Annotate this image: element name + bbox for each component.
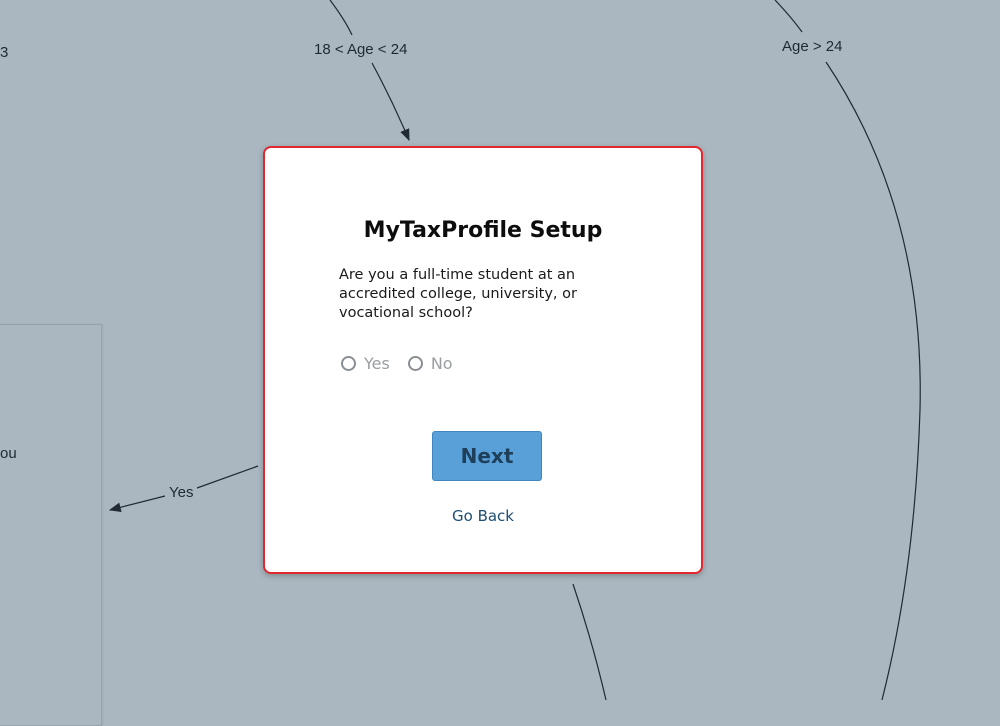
radio-option-yes[interactable]: Yes <box>341 354 390 373</box>
student-radio-group: Yes No <box>341 354 453 373</box>
connector-yes-right <box>196 465 259 489</box>
go-back-link[interactable]: Go Back <box>265 507 701 525</box>
dialog-question: Are you a full-time student at an accred… <box>339 267 577 321</box>
connector-age-over-upper <box>774 0 803 33</box>
connector-age-between-upper <box>329 0 353 36</box>
radio-option-no[interactable]: No <box>407 354 453 373</box>
edge-label-age-over: Age > 24 <box>778 38 847 55</box>
radio-yes-label: Yes <box>364 354 390 373</box>
radio-no-label: No <box>430 354 453 373</box>
dialog-title: MyTaxProfile Setup <box>363 218 603 243</box>
connector-yes-left <box>108 495 166 512</box>
next-button[interactable]: Next <box>432 431 542 481</box>
connector-below-dialog <box>572 583 607 700</box>
setup-dialog: MyTaxProfile Setup Are you a full-time s… <box>263 146 703 574</box>
connector-age-between-lower <box>371 62 410 142</box>
radio-no-circle[interactable] <box>407 356 423 371</box>
flowchart-side-box <box>0 324 102 726</box>
side-box-text: ou <box>0 445 17 462</box>
edge-label-yes: Yes <box>165 484 198 501</box>
connector-age-over-lower <box>825 61 921 700</box>
radio-yes-circle[interactable] <box>341 356 356 371</box>
edge-label-age-between: 18 < Age < 24 <box>310 41 412 58</box>
top-left-fragment: 3 <box>0 44 9 61</box>
